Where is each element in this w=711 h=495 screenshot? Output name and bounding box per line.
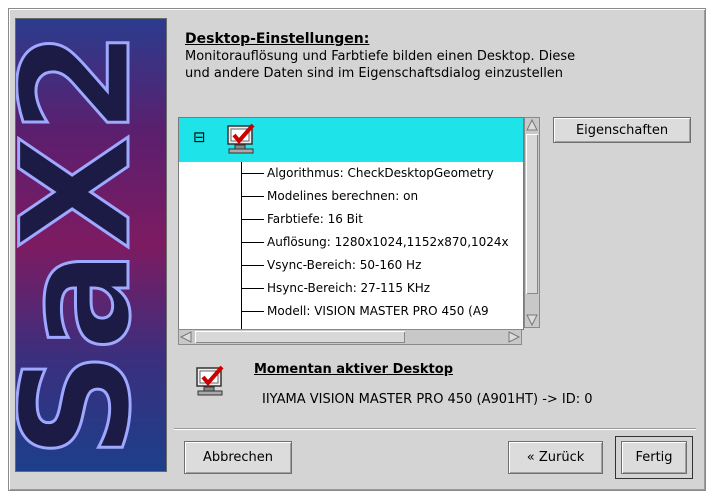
tree-item-label: Vsync-Bereich: 50-160 Hz [267, 258, 422, 272]
tree-item-label: Modell: VISION MASTER PRO 450 (A9 [267, 304, 489, 318]
desktop-tree-view[interactable]: ⊟ Algorithmus: CheckDesktopGeometry Mode… [178, 117, 524, 330]
description-line: und andere Daten sind im Eigenschaftsdia… [185, 66, 564, 81]
monitor-check-icon [196, 365, 224, 396]
tree-item-label: Algorithmus: CheckDesktopGeometry [267, 166, 494, 180]
tree-item[interactable]: Hsync-Bereich: 27-115 KHz [179, 277, 523, 300]
active-desktop-value: IIYAMA VISION MASTER PRO 450 (A901HT) ->… [262, 392, 593, 407]
monitor-check-icon [227, 123, 255, 154]
finish-button[interactable]: Fertig [621, 441, 687, 474]
tree-item[interactable]: Algorithmus: CheckDesktopGeometry [179, 162, 523, 185]
tree-item-label: Hsync-Bereich: 27-115 KHz [267, 281, 431, 295]
tree-item[interactable]: Farbtiefe: 16 Bit [179, 208, 523, 231]
sax2-banner: SaX2 [15, 18, 167, 472]
sax2-logo-text: SaX2 [16, 30, 164, 459]
tree-item[interactable]: Modell: VISION MASTER PRO 450 (A9 [179, 300, 523, 323]
scroll-left-icon[interactable] [179, 330, 193, 344]
page-title: Desktop-Einstellungen: [185, 31, 370, 47]
collapse-icon[interactable]: ⊟ [193, 129, 206, 146]
tree-root-row[interactable]: ⊟ [179, 118, 523, 162]
back-button[interactable]: « Zurück [508, 441, 603, 474]
tree-item-label: Farbtiefe: 16 Bit [267, 212, 363, 226]
properties-button[interactable]: Eigenschaften [553, 117, 691, 143]
scroll-up-icon[interactable] [525, 118, 539, 132]
tree-item[interactable]: Vsync-Bereich: 50-160 Hz [179, 254, 523, 277]
scroll-thumb[interactable] [526, 134, 538, 294]
tree-item-label: Auflösung: 1280x1024,1152x870,1024x [267, 235, 509, 249]
cancel-button[interactable]: Abbrechen [184, 441, 292, 474]
tree-item[interactable]: Modelines berechnen: on [179, 185, 523, 208]
scroll-down-icon[interactable] [525, 313, 539, 327]
scroll-thumb[interactable] [195, 331, 405, 343]
separator [174, 428, 696, 430]
page-description: Monitorauflösung und Farbtiefe bilden ei… [185, 48, 665, 82]
active-desktop-title: Momentan aktiver Desktop [254, 362, 454, 377]
description-line: Monitorauflösung und Farbtiefe bilden ei… [185, 49, 576, 64]
sax2-logo: SaX2 [16, 28, 166, 460]
tree-horizontal-scrollbar[interactable] [178, 329, 522, 345]
tree-item[interactable]: Auflösung: 1280x1024,1152x870,1024x [179, 231, 523, 254]
tree-vertical-scrollbar[interactable] [524, 117, 540, 328]
tree-item-label: Modelines berechnen: on [267, 189, 419, 203]
scroll-right-icon[interactable] [507, 330, 521, 344]
